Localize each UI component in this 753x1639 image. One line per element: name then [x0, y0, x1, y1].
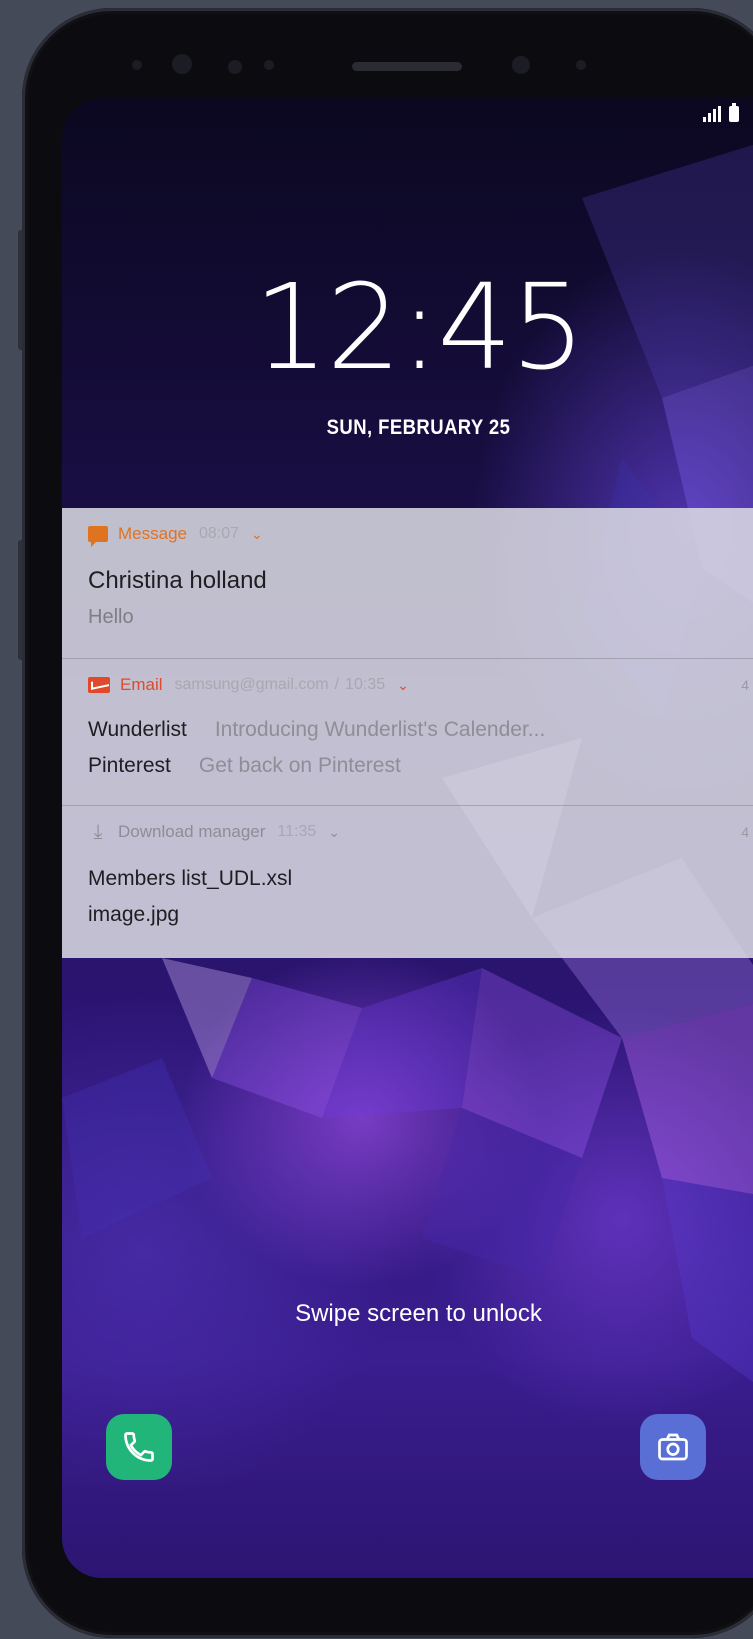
- earpiece-speaker: [352, 62, 462, 71]
- email-sender: Pinterest: [88, 754, 171, 777]
- notification-panel: Message 08:07 ⌄ Christina holland Hello …: [62, 508, 753, 958]
- chevron-down-icon[interactable]: ⌄: [328, 824, 340, 841]
- email-account: samsung@gmail.com: [174, 676, 329, 693]
- swipe-hint: Swipe screen to unlock: [295, 1300, 542, 1327]
- notification-header: ⤓ Download manager 11:35 ⌄ 4: [88, 806, 749, 854]
- camera-shortcut-button[interactable]: [640, 1414, 706, 1480]
- email-preview: Get back on Pinterest: [198, 754, 401, 777]
- phone-icon: [124, 1432, 154, 1462]
- clock: 12:45: [253, 258, 585, 396]
- notification-time: 10:35: [345, 676, 386, 693]
- app-name: Download manager: [118, 822, 266, 841]
- battery-icon: [729, 103, 739, 122]
- chevron-down-icon[interactable]: ⌄: [251, 526, 263, 543]
- download-icon: ⤓: [93, 820, 103, 843]
- email-sender: Wunderlist: [88, 718, 187, 741]
- notification-title: Christina holland: [88, 567, 267, 594]
- date: SUN, FEBRUARY 25: [326, 416, 511, 439]
- notification-body: image.jpg: [88, 903, 180, 926]
- notification-message[interactable]: Message 08:07 ⌄ Christina holland Hello: [62, 508, 753, 659]
- notification-header: Message 08:07 ⌄: [88, 508, 749, 556]
- email-row[interactable]: Wunderlist Introducing Wunderlist's Calen…: [88, 715, 749, 745]
- notification-header: Email samsung@gmail.com / 10:35 ⌄ 4: [88, 659, 749, 707]
- status-bar: [703, 103, 739, 122]
- message-icon: [88, 526, 108, 547]
- notification-time: 08:07: [198, 525, 240, 542]
- lock-screen[interactable]: 12:45 SUN, FEBRUARY 25 Message 08:07 ⌄ C…: [62, 98, 753, 1578]
- email-row[interactable]: Pinterest Get back on Pinterest: [88, 751, 749, 781]
- notification-download[interactable]: ⤓ Download manager 11:35 ⌄ 4 Members lis…: [62, 806, 753, 956]
- phone-frame: 12:45 SUN, FEBRUARY 25 Message 08:07 ⌄ C…: [22, 8, 753, 1638]
- separator: /: [334, 676, 340, 693]
- email-icon: [88, 677, 110, 693]
- app-name: Message: [118, 524, 187, 543]
- email-preview: Introducing Wunderlist's Calender...: [214, 718, 546, 741]
- notification-email[interactable]: Email samsung@gmail.com / 10:35 ⌄ 4 Wund…: [62, 659, 753, 806]
- signal-icon: [703, 106, 721, 122]
- camera-icon: [658, 1433, 688, 1461]
- chevron-down-icon[interactable]: ⌄: [397, 677, 409, 694]
- notification-count: 4: [741, 677, 749, 693]
- notification-time: 11:35: [277, 823, 317, 840]
- phone-shortcut-button[interactable]: [106, 1414, 172, 1480]
- app-name: Email: [120, 675, 163, 694]
- notification-body: Hello: [88, 606, 134, 628]
- notification-title: Members list_UDL.xsl: [88, 867, 293, 890]
- front-sensors: [132, 48, 652, 88]
- notification-count: 4: [741, 824, 749, 840]
